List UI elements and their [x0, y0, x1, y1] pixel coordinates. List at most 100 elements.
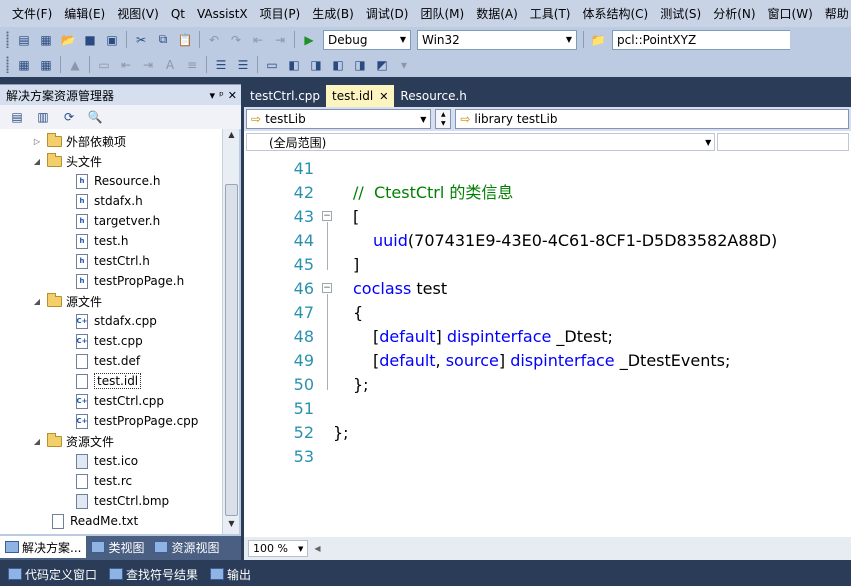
find-input[interactable]: pcl::PointXYZ [612, 29, 790, 50]
scroll-down-icon[interactable]: ▼ [223, 519, 240, 533]
type-dropdown[interactable]: ⇨ testLib ▼ [246, 109, 432, 129]
menu-item[interactable]: 窗口(W) [762, 5, 819, 22]
navigate-back-icon[interactable]: ⇤ [248, 30, 268, 50]
tree-file[interactable]: h Resource.h [0, 171, 222, 191]
expander-icon[interactable]: ▷ [32, 137, 42, 146]
menu-item[interactable]: 文件(F) [6, 5, 58, 22]
tab-output[interactable]: 输出 [206, 566, 255, 583]
window-position-icon[interactable]: ▾ [210, 89, 216, 102]
menu-item[interactable]: 数据(A) [470, 5, 524, 22]
menu-item[interactable]: 项目(P) [254, 5, 307, 22]
scope-dropdown[interactable]: (全局范围) ▼ [246, 133, 716, 151]
find-in-files-icon[interactable]: 📁 [588, 30, 608, 50]
close-tab-icon[interactable]: ✕ [379, 90, 388, 103]
tab-resource-h[interactable]: Resource.h [394, 85, 472, 107]
tree-file[interactable]: C+ testPropPage.cpp [0, 411, 222, 431]
toolbar-grip[interactable] [6, 31, 9, 48]
list-members-icon[interactable]: ▦ [14, 55, 34, 75]
indent-icon[interactable]: ⇥ [138, 55, 158, 75]
tree-file[interactable]: C+ testCtrl.cpp [0, 391, 222, 411]
tree-file[interactable]: test.def [0, 351, 222, 371]
config-select[interactable]: Debug ▼ [323, 29, 411, 50]
tree-folder[interactable]: ◢ 源文件 [0, 291, 222, 311]
prev-bookmark-icon[interactable]: ◧ [284, 55, 304, 75]
zoom-select[interactable]: 100 % ▼ [248, 540, 309, 557]
scroll-left-icon[interactable]: ◀ [314, 544, 320, 553]
toolbar-grip[interactable] [6, 56, 9, 73]
show-all-files-icon[interactable]: ▥ [33, 107, 53, 127]
next-bookmark-icon[interactable]: ◨ [306, 55, 326, 75]
tree-file[interactable]: h testCtrl.h [0, 251, 222, 271]
clear-bookmarks-icon[interactable]: ◩ [372, 55, 392, 75]
tree-file[interactable]: test.ico [0, 451, 222, 471]
tab-solution-explorer[interactable]: 解决方案... [0, 536, 87, 558]
tree-file[interactable]: h targetver.h [0, 211, 222, 231]
member-dropdown[interactable]: ⇨ library testLib [455, 109, 849, 129]
collapse-icon[interactable]: − [322, 211, 332, 221]
more-tools-icon[interactable]: ▾ [394, 55, 414, 75]
menu-item[interactable]: 调试(D) [360, 5, 415, 22]
comment-icon[interactable]: ☰ [211, 55, 231, 75]
pin-icon[interactable]: ᵖ [219, 89, 224, 102]
nav-spinner[interactable]: ▲ ▼ [435, 109, 452, 129]
tree-file[interactable]: C+ stdafx.cpp [0, 311, 222, 331]
prev-bookmark-folder-icon[interactable]: ◧ [328, 55, 348, 75]
menu-item[interactable]: 测试(S) [654, 5, 707, 22]
tab-code-definition[interactable]: 代码定义窗口 [4, 566, 101, 583]
collapse-icon[interactable]: − [322, 283, 332, 293]
menu-item[interactable]: VAssistX [191, 7, 254, 21]
expander-icon[interactable]: ◢ [32, 437, 42, 446]
expander-icon[interactable]: ◢ [32, 297, 42, 306]
format-icon[interactable]: A [160, 55, 180, 75]
cut-icon[interactable]: ✂ [131, 30, 151, 50]
tree-file[interactable]: testCtrl.bmp [0, 491, 222, 511]
undo-icon[interactable]: ↶ [204, 30, 224, 50]
bookmark-icon[interactable]: ▭ [262, 55, 282, 75]
copy-icon[interactable]: ⧉ [153, 30, 173, 50]
tab-testctrl-cpp[interactable]: testCtrl.cpp [244, 85, 326, 107]
open-folder-icon[interactable]: 📂 [58, 30, 78, 50]
tree-file[interactable]: C+ test.cpp [0, 331, 222, 351]
menu-item[interactable]: 分析(N) [707, 5, 761, 22]
scope-dropdown-secondary[interactable] [717, 133, 849, 151]
tab-test-idl[interactable]: test.idl ✕ [326, 85, 395, 107]
properties-icon[interactable]: ▤ [7, 107, 27, 127]
tree-folder[interactable]: ▷ 外部依赖项 [0, 131, 222, 151]
start-debug-icon[interactable]: ▶ [299, 30, 319, 50]
code-area[interactable]: 41 42// CtestCtrl 的类信息 43−[44 uuid(707431E9… [244, 153, 851, 537]
refresh-icon[interactable]: ⟳ [59, 107, 79, 127]
platform-select[interactable]: Win32 ▼ [417, 29, 577, 50]
scroll-up-icon[interactable]: ▲ [223, 130, 240, 144]
complete-word-icon[interactable]: ▭ [94, 55, 114, 75]
tree-file[interactable]: h test.h [0, 231, 222, 251]
tree-file[interactable]: test.rc [0, 471, 222, 491]
tab-find-symbol-results[interactable]: 查找符号结果 [105, 566, 202, 583]
tab-resource-view[interactable]: 资源视图 [149, 536, 224, 558]
menu-item[interactable]: 编辑(E) [58, 5, 111, 22]
uncomment-icon[interactable]: ☰ [233, 55, 253, 75]
menu-item[interactable]: 体系结构(C) [576, 5, 654, 22]
tree-file[interactable]: h stdafx.h [0, 191, 222, 211]
tree-file[interactable]: test.idl [0, 371, 222, 391]
view-class-diagram-icon[interactable]: 🔍 [85, 107, 105, 127]
expander-icon[interactable]: ◢ [32, 157, 42, 166]
tree-file[interactable]: ReadMe.txt [0, 511, 222, 531]
menu-item[interactable]: Qt [165, 7, 191, 21]
new-project-icon[interactable]: ▤ [14, 30, 34, 50]
save-icon[interactable]: ■ [80, 30, 100, 50]
quick-info-icon[interactable]: ▲ [65, 55, 85, 75]
tab-class-view[interactable]: 类视图 [86, 536, 149, 558]
outdent-icon[interactable]: ⇤ [116, 55, 136, 75]
tree-folder[interactable]: ◢ 头文件 [0, 151, 222, 171]
tree-file[interactable]: h testPropPage.h [0, 271, 222, 291]
close-icon[interactable]: ✕ [228, 89, 237, 102]
menu-item[interactable]: 团队(M) [414, 5, 470, 22]
navigate-forward-icon[interactable]: ⇥ [270, 30, 290, 50]
add-item-icon[interactable]: ▦ [36, 30, 56, 50]
scroll-thumb[interactable] [225, 184, 238, 516]
parameter-info-icon[interactable]: ▦ [36, 55, 56, 75]
solution-tree-scrollbar[interactable]: ▲ ▼ [222, 129, 239, 534]
menu-item[interactable]: 视图(V) [111, 5, 165, 22]
save-all-icon[interactable]: ▣ [102, 30, 122, 50]
redo-icon[interactable]: ↷ [226, 30, 246, 50]
